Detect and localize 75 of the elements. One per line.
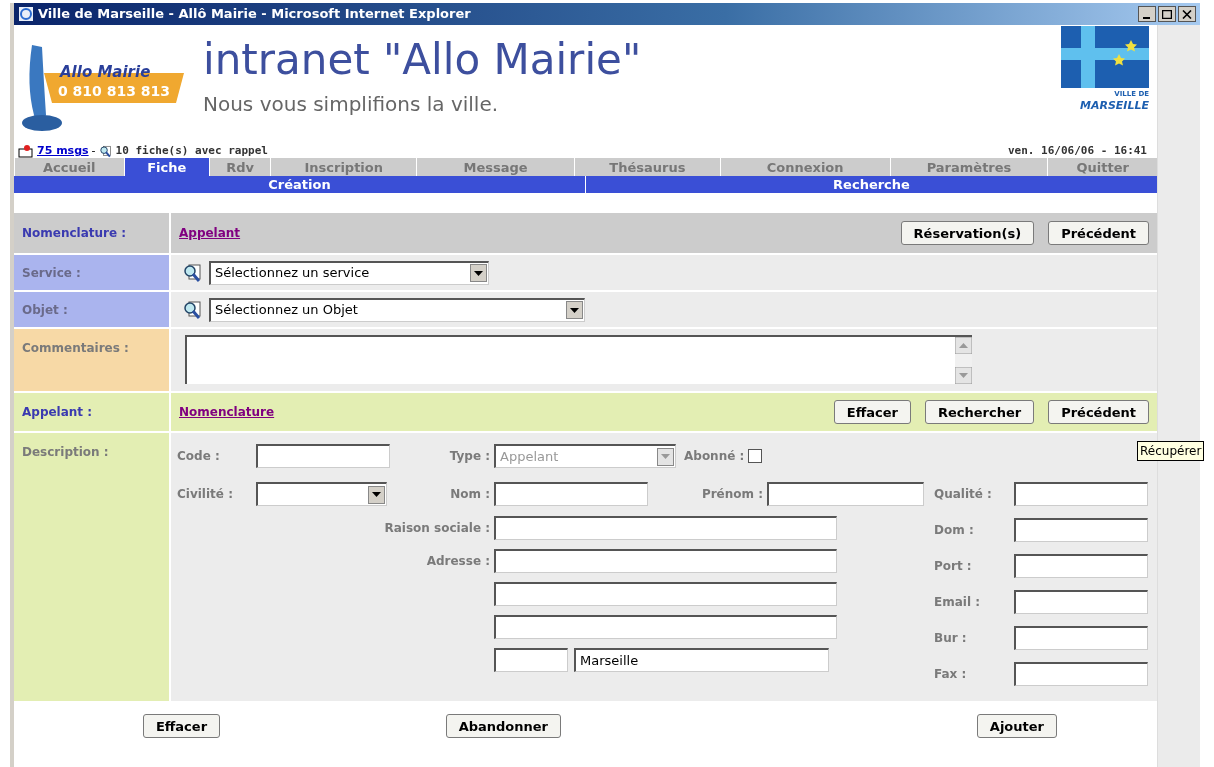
close-icon — [1182, 9, 1192, 19]
close-button[interactable] — [1178, 6, 1196, 22]
browser-icon — [18, 6, 34, 22]
logo-phone: 0 810 813 813 — [58, 82, 171, 101]
contact-field[interactable] — [1014, 590, 1148, 614]
row-label: Description : — [22, 445, 109, 459]
field-label: Fax : — [934, 666, 968, 683]
contact-field[interactable] — [1014, 662, 1148, 686]
separator-text: - — [91, 143, 96, 160]
postcode-field[interactable] — [494, 648, 568, 672]
action-button[interactable]: Précédent — [1048, 400, 1149, 424]
clear-button[interactable]: Effacer — [142, 714, 221, 738]
action-button[interactable]: Effacer — [833, 400, 911, 424]
address-field[interactable] — [494, 549, 837, 573]
row-label: Commentaires : — [22, 341, 129, 355]
service-dropdown[interactable]: Sélectionnez un service — [209, 260, 489, 285]
action-button[interactable]: Réservation(s) — [900, 221, 1035, 245]
row-label: Nomenclature : — [22, 225, 127, 242]
maximize-icon — [1162, 9, 1172, 19]
search-icon[interactable] — [183, 299, 203, 320]
nomenclature-link[interactable]: Nomenclature — [179, 403, 275, 421]
contact-field[interactable] — [1014, 518, 1148, 542]
site-title: intranet "Allo Mairie" — [203, 39, 642, 81]
logo-name: Allo Mairie — [60, 62, 151, 83]
first-name-field[interactable] — [767, 482, 924, 506]
nav-tab[interactable]: Fiche — [123, 158, 210, 176]
field-label: Abonné : — [684, 448, 745, 465]
field-label: Prénom : — [700, 486, 764, 503]
city-field[interactable]: Marseille — [574, 648, 829, 672]
field-label: Dom : — [934, 522, 975, 539]
object-dropdown[interactable]: Sélectionnez un Objet — [209, 297, 585, 322]
field-label: Civilité : — [177, 486, 234, 503]
reminder-count: 10 fiche(s) avec rappel — [115, 143, 268, 160]
add-button[interactable]: Ajouter — [976, 714, 1057, 738]
civility-dropdown[interactable] — [256, 482, 387, 506]
subnav-link[interactable]: Recherche — [833, 174, 910, 195]
field-label: Type : — [448, 448, 491, 465]
row-label: Objet : — [22, 301, 68, 319]
maximize-button[interactable] — [1158, 6, 1176, 22]
field-label: Raison sociale : — [383, 520, 491, 537]
site-slogan: Nous vous simplifions la ville. — [203, 91, 500, 118]
field-label: Code : — [177, 448, 221, 465]
field-label: Nom : — [449, 486, 491, 503]
contact-field[interactable] — [1014, 482, 1148, 506]
minimize-button[interactable] — [1138, 6, 1156, 22]
messages-link[interactable]: 75 msgs — [37, 143, 89, 160]
row-label: Appelant : — [22, 404, 93, 421]
address-field[interactable] — [494, 582, 837, 606]
action-button[interactable]: Rechercher — [924, 400, 1035, 424]
window-title: Ville de Marseille - Allô Mairie - Microsoft Internet Explorer — [38, 5, 471, 24]
appelant-link[interactable]: Appelant — [179, 224, 241, 242]
mail-icon — [18, 145, 34, 158]
field-label: Adresse : — [425, 553, 491, 570]
search-icon[interactable] — [183, 262, 203, 283]
comment-textarea[interactable] — [185, 335, 972, 384]
subnav-link[interactable]: Création — [268, 174, 331, 195]
field-label: Email : — [934, 594, 981, 611]
name-field[interactable] — [494, 482, 648, 506]
subscriber-checkbox[interactable] — [748, 449, 763, 463]
contact-field[interactable] — [1014, 626, 1148, 650]
address-field[interactable] — [494, 615, 837, 639]
tooltip: Récupérer — [1137, 441, 1205, 461]
minimize-icon — [1142, 16, 1150, 19]
date-time: ven. 16/06/06 - 16:41 — [1007, 143, 1147, 160]
field-label: Bur : — [934, 630, 968, 647]
cancel-button[interactable]: Abandonner — [445, 714, 561, 738]
logo-caption: MARSEILLE — [1080, 100, 1149, 111]
field-label: Qualité : — [934, 486, 993, 503]
field-label: Port : — [934, 558, 973, 575]
contact-field[interactable] — [1014, 554, 1148, 578]
company-field[interactable] — [494, 516, 837, 540]
search-icon — [98, 145, 113, 158]
code-field[interactable] — [256, 444, 390, 468]
action-button[interactable]: Précédent — [1048, 221, 1149, 245]
row-label: Service : — [22, 264, 81, 282]
